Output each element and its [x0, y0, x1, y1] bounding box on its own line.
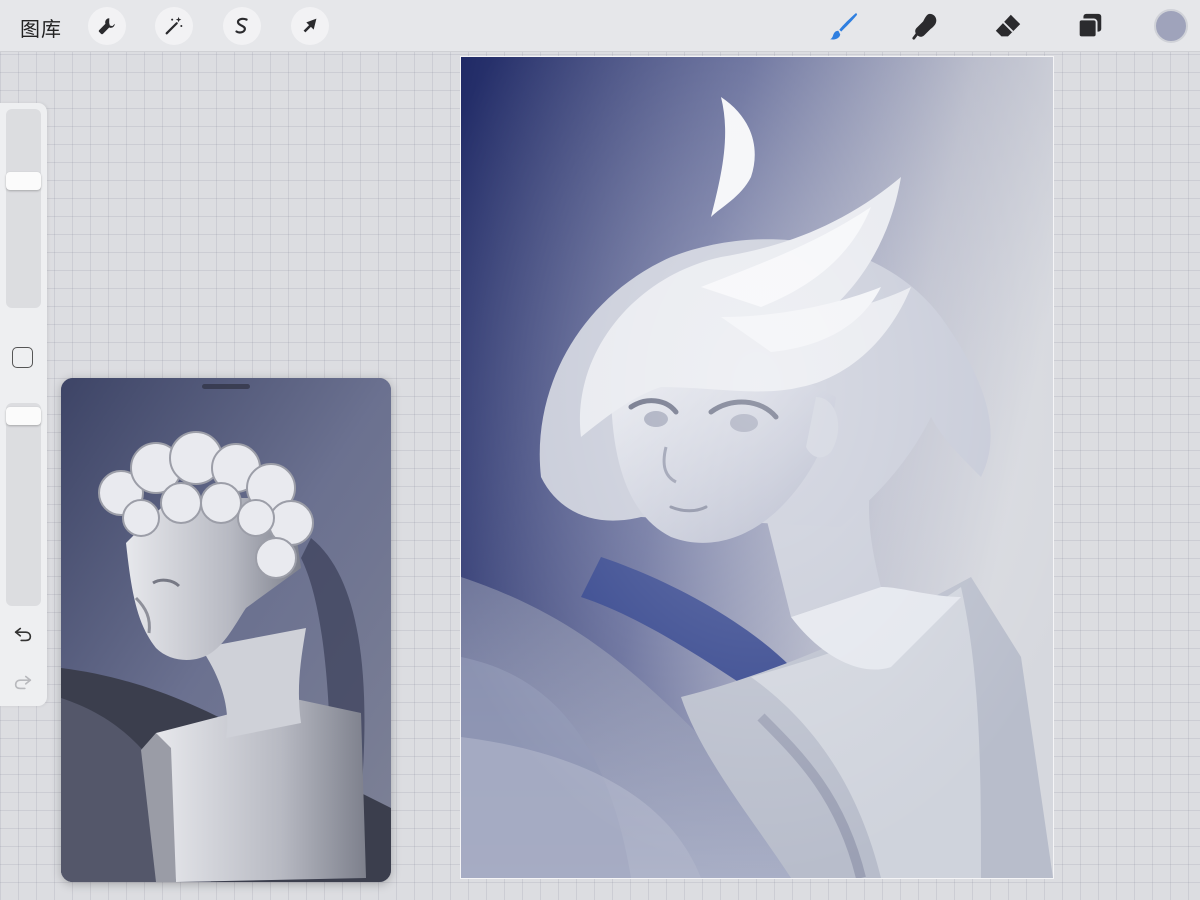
eraser-tool-button[interactable] [990, 8, 1026, 44]
opacity-slider-thumb[interactable] [6, 407, 41, 425]
eraser-icon [995, 14, 1021, 37]
reference-photo-plaster-bust [61, 378, 391, 882]
artwork-painting [461, 57, 1053, 878]
layers-button[interactable] [1072, 8, 1108, 44]
adjustments-button[interactable] [155, 7, 193, 45]
brush-size-slider[interactable] [6, 109, 41, 308]
brush-icon [829, 12, 858, 40]
undo-arrow-icon [14, 627, 32, 642]
selection-s-icon [235, 17, 248, 34]
arrow-cursor-icon [303, 18, 317, 33]
smudge-finger-icon [912, 13, 937, 40]
drawing-canvas[interactable] [460, 56, 1054, 879]
actions-button[interactable] [88, 7, 126, 45]
wrench-icon [98, 18, 115, 35]
magic-wand-icon [165, 16, 183, 35]
redo-button[interactable] [10, 669, 36, 695]
transform-button[interactable] [291, 7, 329, 45]
gallery-button[interactable]: 图库 [20, 13, 62, 42]
top-toolbar: 图库 [0, 0, 1200, 52]
smudge-tool-button[interactable] [908, 8, 944, 44]
modify-button[interactable] [12, 347, 33, 368]
undo-button[interactable] [10, 621, 36, 647]
reference-window[interactable] [61, 378, 391, 882]
left-sidebar [0, 103, 47, 706]
brush-size-slider-thumb[interactable] [6, 172, 41, 190]
redo-arrow-icon [14, 675, 32, 690]
selection-button[interactable] [223, 7, 261, 45]
color-picker-button[interactable] [1154, 9, 1188, 43]
opacity-slider[interactable] [6, 403, 41, 606]
brush-tool-button[interactable] [826, 8, 862, 44]
layers-icon [1077, 13, 1102, 39]
reference-drag-handle[interactable] [202, 384, 250, 389]
